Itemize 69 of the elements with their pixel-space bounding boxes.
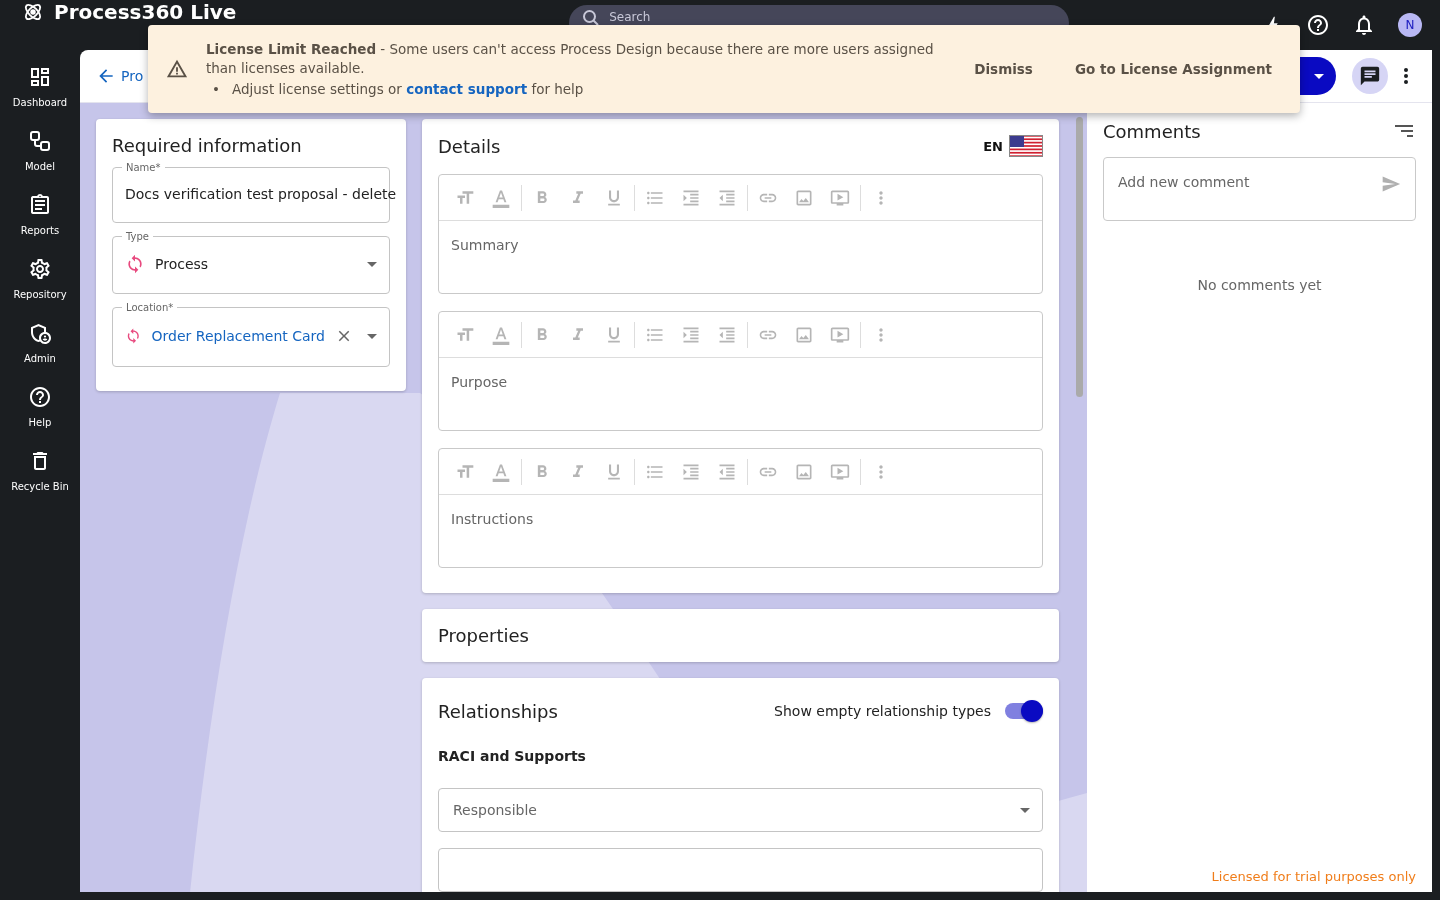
relationship-select[interactable] [438, 848, 1043, 892]
user-avatar[interactable]: N [1398, 13, 1422, 37]
nav-item[interactable]: Dashboard [0, 54, 80, 118]
app-name: Process360 Live [54, 1, 237, 23]
dropdown-icon [1020, 807, 1030, 813]
type-select[interactable]: Type Process [112, 231, 390, 294]
field-value: Order Replacement Card [151, 328, 325, 344]
field-label: Location* [125, 302, 175, 313]
field-label: Type [125, 231, 150, 242]
rich-text-editor[interactable]: Instructions [438, 448, 1043, 568]
rich-text-editor[interactable]: Purpose [438, 311, 1043, 431]
nav-icon [28, 192, 52, 217]
send-icon[interactable] [1381, 174, 1401, 194]
card-title: Details [438, 135, 501, 157]
language-code: EN [983, 138, 1003, 154]
license-note: Licensed for trial purposes only [1211, 869, 1416, 884]
editor-placeholder: Instructions [451, 511, 534, 527]
nav-item[interactable]: Reports [0, 182, 80, 246]
warning-icon [166, 58, 188, 80]
location-select[interactable]: Location* Order Replacement Card [112, 302, 390, 367]
nav-icon [28, 256, 52, 281]
more-button[interactable] [1404, 68, 1408, 84]
process-icon [125, 326, 142, 346]
field-value: Process [155, 256, 209, 272]
field-value: Docs verification test proposal - delete [125, 186, 397, 202]
card-title: Required information [112, 135, 303, 156]
logo-icon [22, 1, 44, 23]
search-icon [583, 10, 600, 26]
process-icon [125, 254, 145, 274]
scrollbar[interactable] [1076, 117, 1083, 397]
banner-bullet-text: Adjust license settings or [231, 80, 402, 97]
dropdown-icon[interactable] [367, 261, 377, 267]
nav-item[interactable]: Admin [0, 310, 80, 374]
nav-item[interactable]: Model [0, 118, 80, 182]
editor-placeholder: Summary [451, 237, 519, 253]
comment-field[interactable]: Add new comment [1103, 157, 1416, 221]
nav-icon [28, 384, 52, 409]
comment-placeholder: Add new comment [1118, 174, 1250, 190]
contact-support-link[interactable]: contact support [406, 80, 528, 97]
toggle-label: Show empty relationship types [774, 703, 991, 719]
nav-item[interactable]: Recycle Bin [0, 438, 80, 502]
editor-placeholder: Purpose [451, 374, 508, 390]
toggle-switch[interactable] [1005, 700, 1043, 722]
select-placeholder: Responsible [453, 802, 537, 818]
comments-button[interactable] [1352, 58, 1388, 94]
card-title: Properties [438, 625, 530, 646]
us-flag-icon [1009, 135, 1043, 157]
caret-icon [1314, 73, 1324, 79]
field-label: Name* [125, 162, 162, 173]
banner-action-button[interactable]: Go to License Assignment [1062, 53, 1284, 85]
banner-bullet-text: for help [531, 80, 584, 97]
card-title: Relationships [438, 700, 558, 722]
nav-item[interactable]: Repository [0, 246, 80, 310]
nav-item[interactable]: Help [0, 374, 80, 438]
banner-message: License Limit Reached - Some users can't access Process Design because there are more users assigned than licenses available. [206, 39, 935, 78]
empty-message: No comments yet [1196, 277, 1323, 293]
rich-text-editor[interactable]: Summary [438, 174, 1043, 294]
relationship-select[interactable]: Responsible [438, 788, 1043, 832]
section-heading: RACI and Supports [438, 748, 587, 764]
back-link[interactable]: Pro [96, 66, 144, 86]
bullet-mark: • [212, 80, 220, 97]
search-placeholder: Search [609, 10, 651, 24]
banner-action-button[interactable]: Dismiss [962, 53, 1045, 85]
chat-icon [1359, 65, 1381, 87]
more-icon [1404, 68, 1408, 84]
nav-icon [28, 128, 52, 153]
dropdown-icon[interactable] [367, 333, 377, 339]
panel-title: Comments [1103, 120, 1201, 142]
help-icon[interactable] [1306, 13, 1330, 37]
